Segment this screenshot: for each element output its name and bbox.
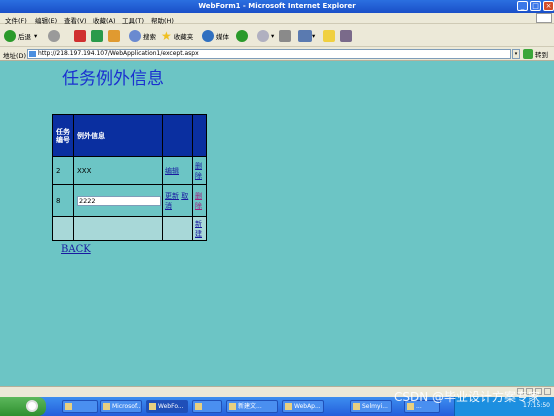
header-exception-info: 例外信息 bbox=[73, 114, 163, 157]
taskbar-item[interactable]: Microsof... bbox=[100, 400, 142, 413]
header-task-id: 任务编号 bbox=[52, 114, 74, 157]
menu-bar: 文件(F) 编辑(E) 查看(V) 收藏(A) 工具(T) 帮助(H) bbox=[0, 13, 554, 25]
media-label: 媒体 bbox=[216, 32, 229, 41]
delete-cell: 删除 bbox=[192, 184, 207, 217]
messenger-icon bbox=[340, 29, 352, 42]
folder-button[interactable] bbox=[323, 28, 335, 43]
page-title: 任务例外信息 bbox=[62, 69, 164, 89]
address-bar: 地址(D) http://218.197.194.107/WebApplicat… bbox=[0, 47, 554, 61]
table-row: 2 XXX 编辑 删除 bbox=[52, 156, 207, 185]
messenger-button[interactable] bbox=[340, 28, 352, 43]
delete-link[interactable]: 删除 bbox=[195, 162, 202, 180]
watermark: CSDN @毕业设计方案专家 bbox=[393, 390, 540, 404]
media-icon bbox=[202, 29, 214, 42]
grid-header-row: 任务编号 例外信息 bbox=[52, 114, 207, 157]
header-edit-col bbox=[162, 114, 193, 157]
edit-cell: 编辑 bbox=[162, 156, 193, 185]
address-label: 地址(D) bbox=[3, 52, 27, 60]
footer-empty-cell bbox=[162, 216, 193, 241]
stop-button[interactable] bbox=[74, 28, 86, 43]
page-icon bbox=[29, 51, 36, 57]
taskbar-item[interactable] bbox=[192, 400, 222, 413]
go-button[interactable]: 转到 bbox=[523, 48, 548, 60]
taskbar-item[interactable]: 新建文... bbox=[226, 400, 278, 413]
start-button[interactable] bbox=[0, 397, 46, 416]
chevron-down-icon: ▾ bbox=[312, 31, 316, 40]
refresh-button[interactable] bbox=[91, 28, 103, 43]
chevron-down-icon: ▾ bbox=[34, 31, 38, 40]
start-logo-icon bbox=[26, 400, 38, 412]
new-cell: 新建 bbox=[192, 216, 207, 241]
windows-logo-icon bbox=[536, 13, 552, 23]
row-exception-input-cell: 2222 bbox=[73, 184, 163, 217]
exception-grid: 任务编号 例外信息 2 XXX 编辑 删除 8 2222 更新 取消 删除 新建 bbox=[52, 114, 207, 241]
home-icon bbox=[108, 29, 120, 42]
window-title-bar: WebForm1 - Microsoft Internet Explorer _… bbox=[0, 0, 554, 13]
taskbar-item[interactable]: Selmyi... bbox=[350, 400, 392, 413]
row-task-id: 8 bbox=[52, 184, 74, 217]
stop-icon bbox=[74, 29, 86, 42]
popup-icon bbox=[544, 388, 551, 395]
delete-link[interactable]: 删除 bbox=[195, 192, 202, 210]
back-link[interactable]: BACK bbox=[61, 244, 91, 255]
search-button[interactable]: 搜索 bbox=[129, 28, 156, 43]
edit-link[interactable]: 编辑 bbox=[165, 167, 179, 175]
update-link[interactable]: 更新 bbox=[165, 192, 179, 200]
history-icon bbox=[236, 29, 248, 42]
history-button[interactable] bbox=[236, 28, 250, 43]
mail-icon bbox=[257, 29, 269, 42]
star-icon: ★ bbox=[161, 28, 172, 43]
table-row-editing: 8 2222 更新 取消 删除 bbox=[52, 184, 207, 217]
edit-button[interactable]: ▾ bbox=[298, 28, 315, 43]
forward-arrow-icon bbox=[48, 29, 60, 42]
new-link[interactable]: 新建 bbox=[195, 220, 202, 238]
exception-info-input[interactable]: 2222 bbox=[77, 195, 161, 206]
print-icon bbox=[279, 29, 291, 42]
delete-cell: 删除 bbox=[192, 156, 207, 185]
media-button[interactable]: 媒体 bbox=[202, 28, 229, 43]
folder-icon bbox=[323, 29, 335, 42]
print-button[interactable] bbox=[279, 28, 291, 43]
address-dropdown-button[interactable]: ▾ bbox=[512, 49, 520, 59]
home-button[interactable] bbox=[108, 28, 120, 43]
refresh-icon bbox=[91, 29, 103, 42]
update-cancel-cell: 更新 取消 bbox=[162, 184, 193, 217]
footer-empty-cell bbox=[73, 216, 163, 241]
favorites-label: 收藏夹 bbox=[173, 32, 194, 41]
address-url: http://218.197.194.107/WebApplication1/e… bbox=[38, 50, 199, 57]
close-button[interactable]: × bbox=[543, 1, 554, 11]
back-label: 后退 bbox=[18, 32, 31, 41]
search-label: 搜索 bbox=[143, 32, 156, 41]
mail-button[interactable]: ▾ bbox=[257, 28, 274, 43]
minimize-button[interactable]: _ bbox=[517, 1, 528, 11]
back-button[interactable]: 后退 ▾ bbox=[4, 28, 37, 43]
go-arrow-icon bbox=[523, 49, 533, 59]
maximize-button[interactable]: □ bbox=[530, 1, 541, 11]
back-arrow-icon bbox=[4, 29, 16, 42]
forward-button[interactable] bbox=[48, 28, 62, 43]
grid-footer-row: 新建 bbox=[52, 216, 207, 241]
go-label: 转到 bbox=[535, 51, 548, 59]
chevron-down-icon: ▾ bbox=[271, 31, 275, 40]
footer-empty-cell bbox=[52, 216, 74, 241]
row-exception-info: XXX bbox=[73, 156, 163, 185]
edit-page-icon bbox=[298, 29, 312, 42]
favorites-button[interactable]: ★ 收藏夹 bbox=[161, 28, 193, 43]
taskbar-item[interactable]: WebFo... bbox=[146, 400, 188, 413]
taskbar-item[interactable] bbox=[62, 400, 98, 413]
toolbar: 后退 ▾ 搜索 ★ 收藏夹 媒体 ▾ ▾ bbox=[0, 24, 554, 47]
row-task-id: 2 bbox=[52, 156, 74, 185]
header-delete-col bbox=[192, 114, 207, 157]
address-input[interactable]: http://218.197.194.107/WebApplication1/e… bbox=[27, 49, 511, 59]
taskbar-item[interactable]: WebAp... bbox=[282, 400, 324, 413]
search-icon bbox=[129, 29, 141, 42]
window-title: WebForm1 - Microsoft Internet Explorer bbox=[198, 2, 356, 10]
